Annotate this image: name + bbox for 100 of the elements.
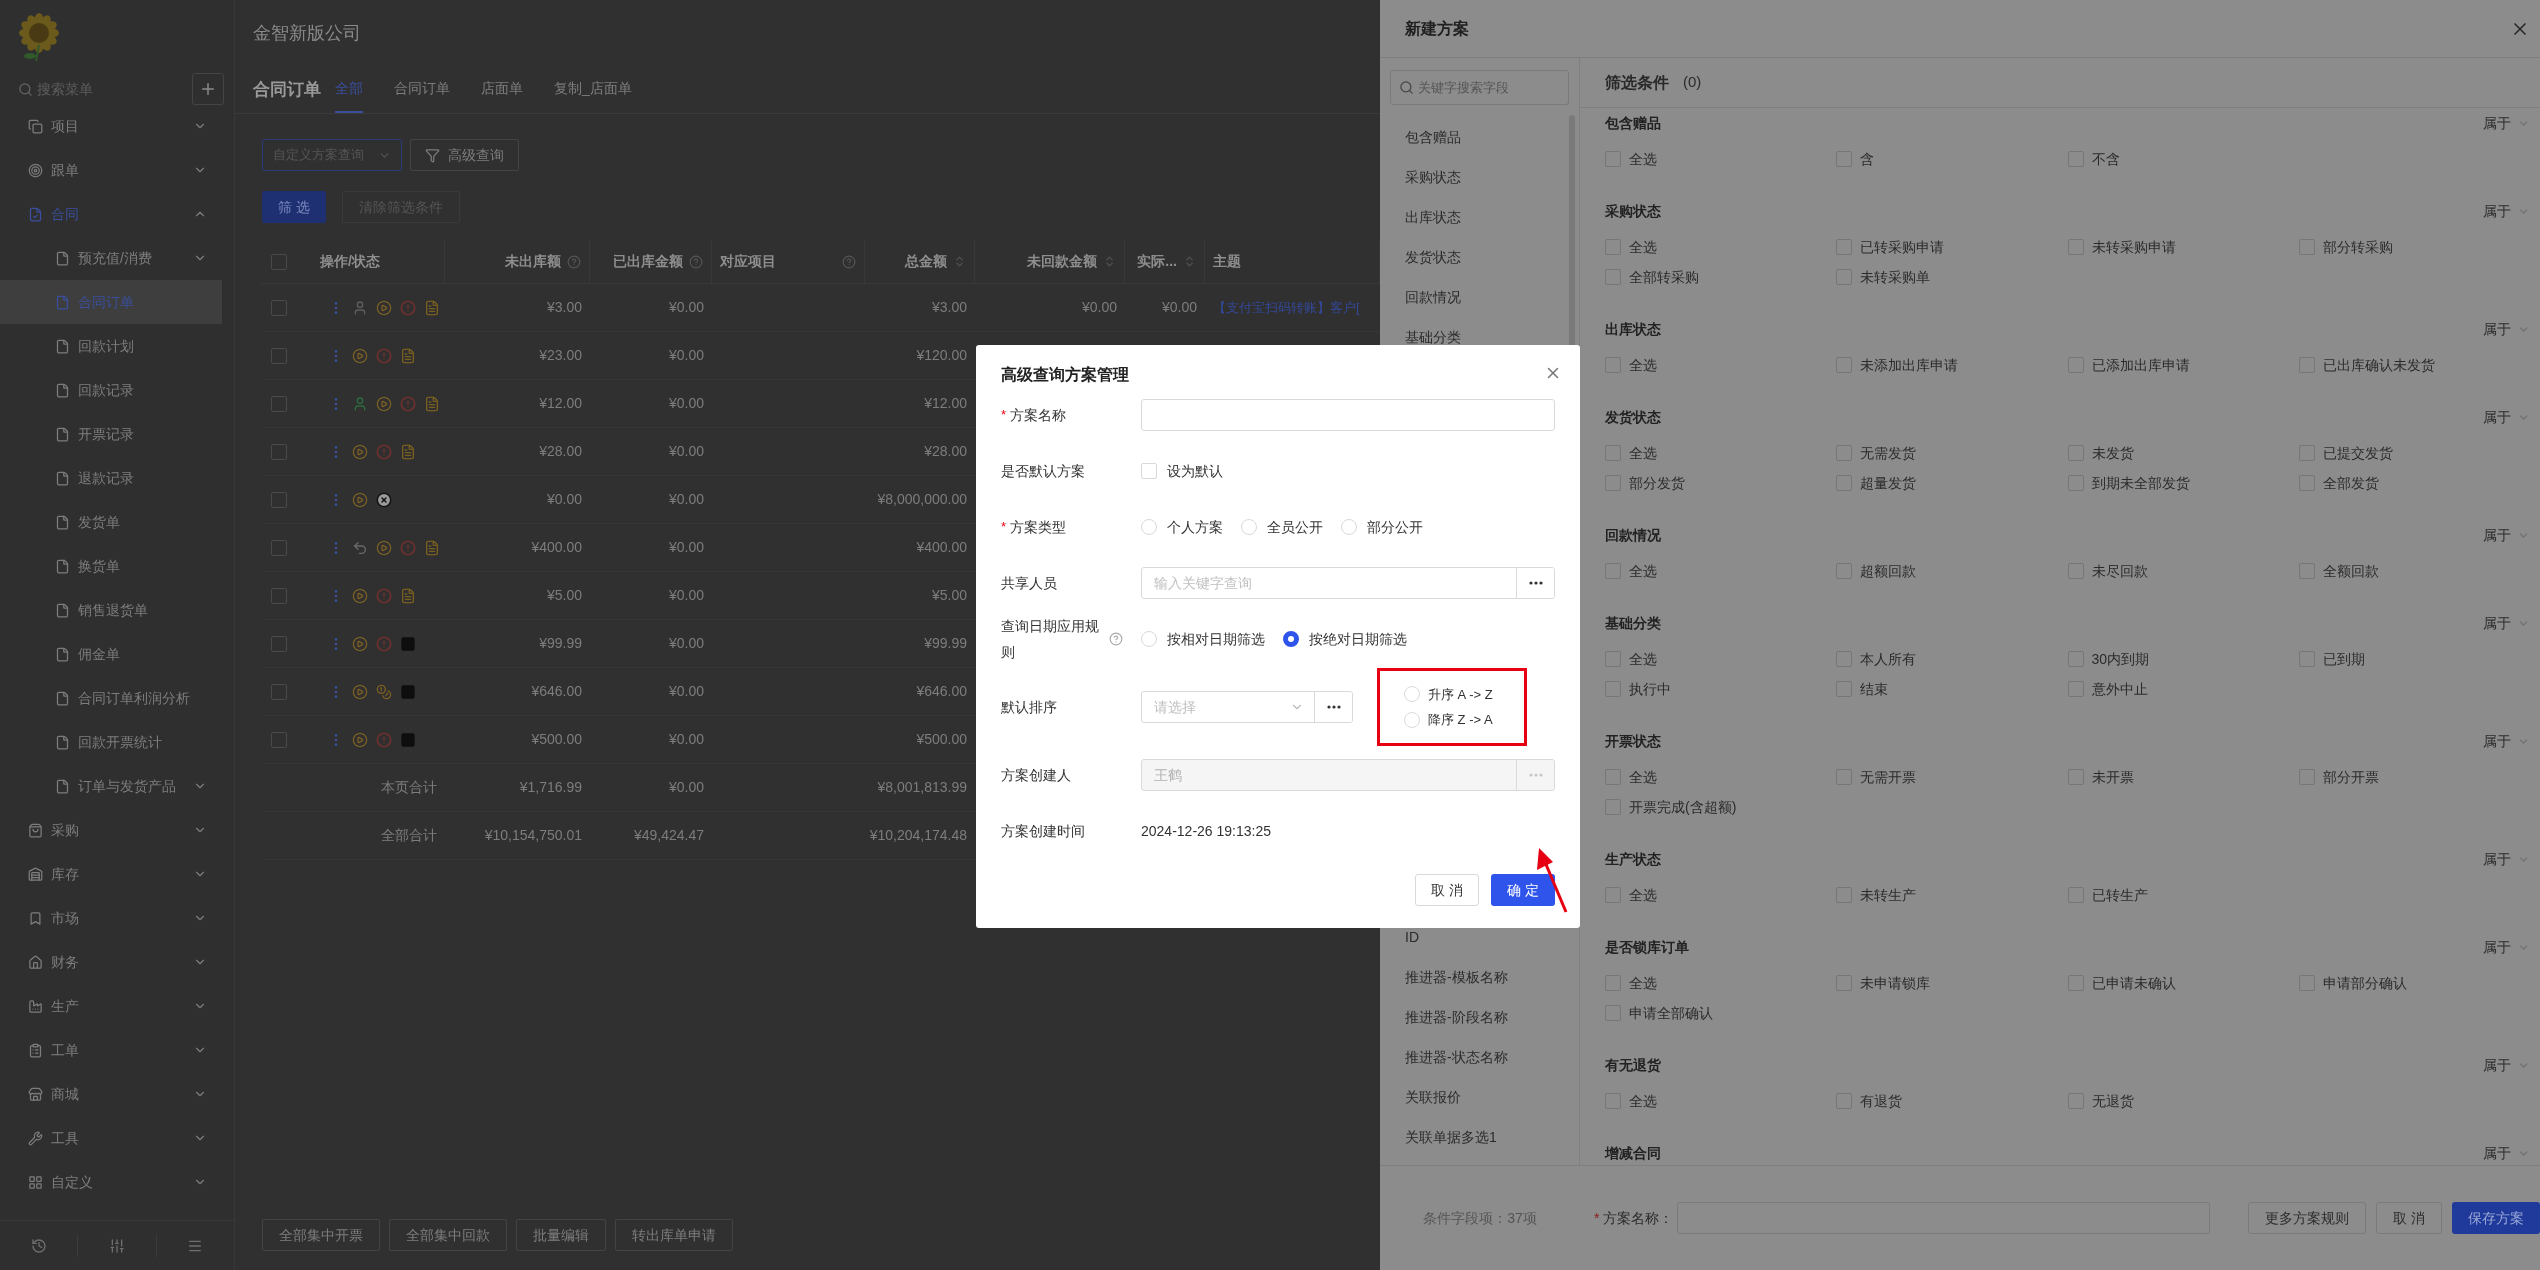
table-cell-text: ¥3.00 xyxy=(546,298,582,317)
radio-button[interactable] xyxy=(1283,631,1299,647)
operator-select[interactable]: 属于 xyxy=(2483,1054,2530,1076)
select-field[interactable]: 请选择 xyxy=(1141,691,1353,723)
field-list-item[interactable]: 包含赠品 xyxy=(1380,117,1579,157)
field-list-item[interactable]: 推进器-模板名称 xyxy=(1380,957,1579,997)
menu-item[interactable]: 回款开票统计 xyxy=(0,720,222,764)
footer-button[interactable]: 保存方案 xyxy=(2452,1202,2540,1234)
operator-select[interactable]: 属于 xyxy=(2483,112,2530,134)
field-list-item[interactable]: 推进器-状态名称 xyxy=(1380,1037,1579,1077)
more-button[interactable] xyxy=(1516,568,1554,598)
tab[interactable]: 复制_店面单 xyxy=(554,66,632,113)
checkbox[interactable] xyxy=(271,253,287,270)
tab[interactable]: 合同订单 xyxy=(394,66,450,113)
table-cell-text: ¥120.00 xyxy=(916,346,967,365)
checkbox[interactable] xyxy=(271,587,287,604)
menu-item[interactable]: 订单与发货产品 xyxy=(0,764,222,808)
group-title: 有无退货 xyxy=(1605,1055,1661,1075)
menu-item[interactable]: 回款记录 xyxy=(0,368,222,412)
field-list-item[interactable]: 推进器-阶段名称 xyxy=(1380,997,1579,1037)
action-button[interactable]: 转出库单申请 xyxy=(615,1219,733,1251)
menu-item[interactable]: 合同订单利润分析 xyxy=(0,676,222,720)
menu-item[interactable]: 库存 xyxy=(0,852,222,896)
menu-item[interactable]: 自定义 xyxy=(0,1160,222,1204)
operator-select[interactable]: 属于 xyxy=(2483,612,2530,634)
play-icon xyxy=(352,635,368,652)
filter-button[interactable]: 筛 选 xyxy=(262,191,326,223)
footer-button[interactable]: 更多方案规则 xyxy=(2248,1202,2367,1234)
operator-select[interactable]: 属于 xyxy=(2483,730,2530,752)
operator-select[interactable]: 属于 xyxy=(2483,1142,2530,1164)
menu-item[interactable]: 生产 xyxy=(0,984,222,1028)
menu-item[interactable]: 销售退货单 xyxy=(0,588,222,632)
page-title: 合同订单 xyxy=(253,78,321,101)
menu-item[interactable]: 财务 xyxy=(0,940,222,984)
more-button[interactable] xyxy=(1314,692,1352,722)
menu-item[interactable]: 佣金单 xyxy=(0,632,222,676)
menu-item[interactable]: 工单 xyxy=(0,1028,222,1072)
text-input[interactable] xyxy=(1141,399,1555,431)
menu-item[interactable]: 合同 xyxy=(0,192,222,236)
option-label: 部分转采购 xyxy=(2322,237,2393,257)
field-list-item[interactable]: 关联报价 xyxy=(1380,1077,1579,1117)
tab[interactable]: 店面单 xyxy=(481,66,523,113)
operator-select[interactable]: 属于 xyxy=(2483,318,2530,340)
add-button[interactable] xyxy=(192,73,224,105)
option-label: 已转生产 xyxy=(2091,885,2148,905)
table-cell-text: ¥3.00 xyxy=(931,298,967,317)
menu-item[interactable]: 采购 xyxy=(0,808,222,852)
advanced-search-button[interactable]: 高级查询 xyxy=(410,139,519,171)
menu-item[interactable]: 退款记录 xyxy=(0,456,222,500)
operator-select[interactable]: 属于 xyxy=(2483,524,2530,546)
dialog-button[interactable]: 确 定 xyxy=(1491,874,1555,906)
table-cell-text: ¥500.00 xyxy=(916,730,967,749)
field-list-item[interactable]: 关联单据多选1 xyxy=(1380,1117,1579,1157)
checkbox[interactable] xyxy=(271,731,287,748)
checkbox[interactable] xyxy=(271,635,287,652)
menu-item[interactable]: 回款计划 xyxy=(0,324,222,368)
menu-item[interactable]: 开票记录 xyxy=(0,412,222,456)
menu-item[interactable]: 工具 xyxy=(0,1116,222,1160)
more-icon xyxy=(1528,581,1543,585)
field-label: 是否默认方案 xyxy=(1001,462,1085,481)
picker-field[interactable]: 输入关键字查询 xyxy=(1141,567,1555,599)
menu-item[interactable]: 跟单 xyxy=(0,148,222,192)
menu-item[interactable]: 换货单 xyxy=(0,544,222,588)
tab[interactable]: 全部 xyxy=(335,66,363,113)
option-label: 全选 xyxy=(1629,561,1657,581)
checkbox[interactable] xyxy=(271,683,287,700)
checkbox[interactable] xyxy=(271,299,287,316)
operator-select[interactable]: 属于 xyxy=(2483,200,2530,222)
menu-item[interactable]: 预充值/消费 xyxy=(0,236,222,280)
option-label: 申请部分确认 xyxy=(2322,973,2407,993)
square-icon xyxy=(400,683,416,700)
menu-item[interactable]: 市场 xyxy=(0,896,222,940)
footer-button[interactable]: 取 消 xyxy=(2376,1202,2442,1234)
action-button[interactable]: 全部集中回款 xyxy=(389,1219,507,1251)
column-header: 未出库额 xyxy=(505,252,561,271)
document-icon xyxy=(424,395,440,412)
checkbox[interactable] xyxy=(271,395,287,412)
action-button[interactable]: 批量编辑 xyxy=(516,1219,606,1251)
operator-select[interactable]: 属于 xyxy=(2483,406,2530,428)
column-header: 对应项目 xyxy=(720,252,776,271)
operator-select[interactable]: 属于 xyxy=(2483,848,2530,870)
field-list-item[interactable]: 发货状态 xyxy=(1380,237,1579,277)
field-list-item[interactable]: 出库状态 xyxy=(1380,197,1579,237)
field-list-item[interactable]: 采购状态 xyxy=(1380,157,1579,197)
checkbox[interactable] xyxy=(271,491,287,508)
menu-item[interactable]: 发货单 xyxy=(0,500,222,544)
group-title: 开票状态 xyxy=(1605,731,1661,751)
menu-item[interactable]: 项目 xyxy=(0,104,222,148)
action-button[interactable]: 全部集中开票 xyxy=(262,1219,380,1251)
checkbox[interactable] xyxy=(271,539,287,556)
checkbox[interactable] xyxy=(271,347,287,364)
operator-select[interactable]: 属于 xyxy=(2483,936,2530,958)
field-list-item[interactable]: 回款情况 xyxy=(1380,277,1579,317)
table-cell-text: ¥28.00 xyxy=(539,442,582,461)
history-icon xyxy=(30,1237,47,1254)
menu-item[interactable]: 商城 xyxy=(0,1072,222,1116)
created-time: 2024-12-26 19:13:25 xyxy=(1141,822,1271,839)
search-icon xyxy=(18,81,33,97)
checkbox[interactable] xyxy=(271,443,287,460)
dialog-button[interactable]: 取 消 xyxy=(1415,874,1479,906)
